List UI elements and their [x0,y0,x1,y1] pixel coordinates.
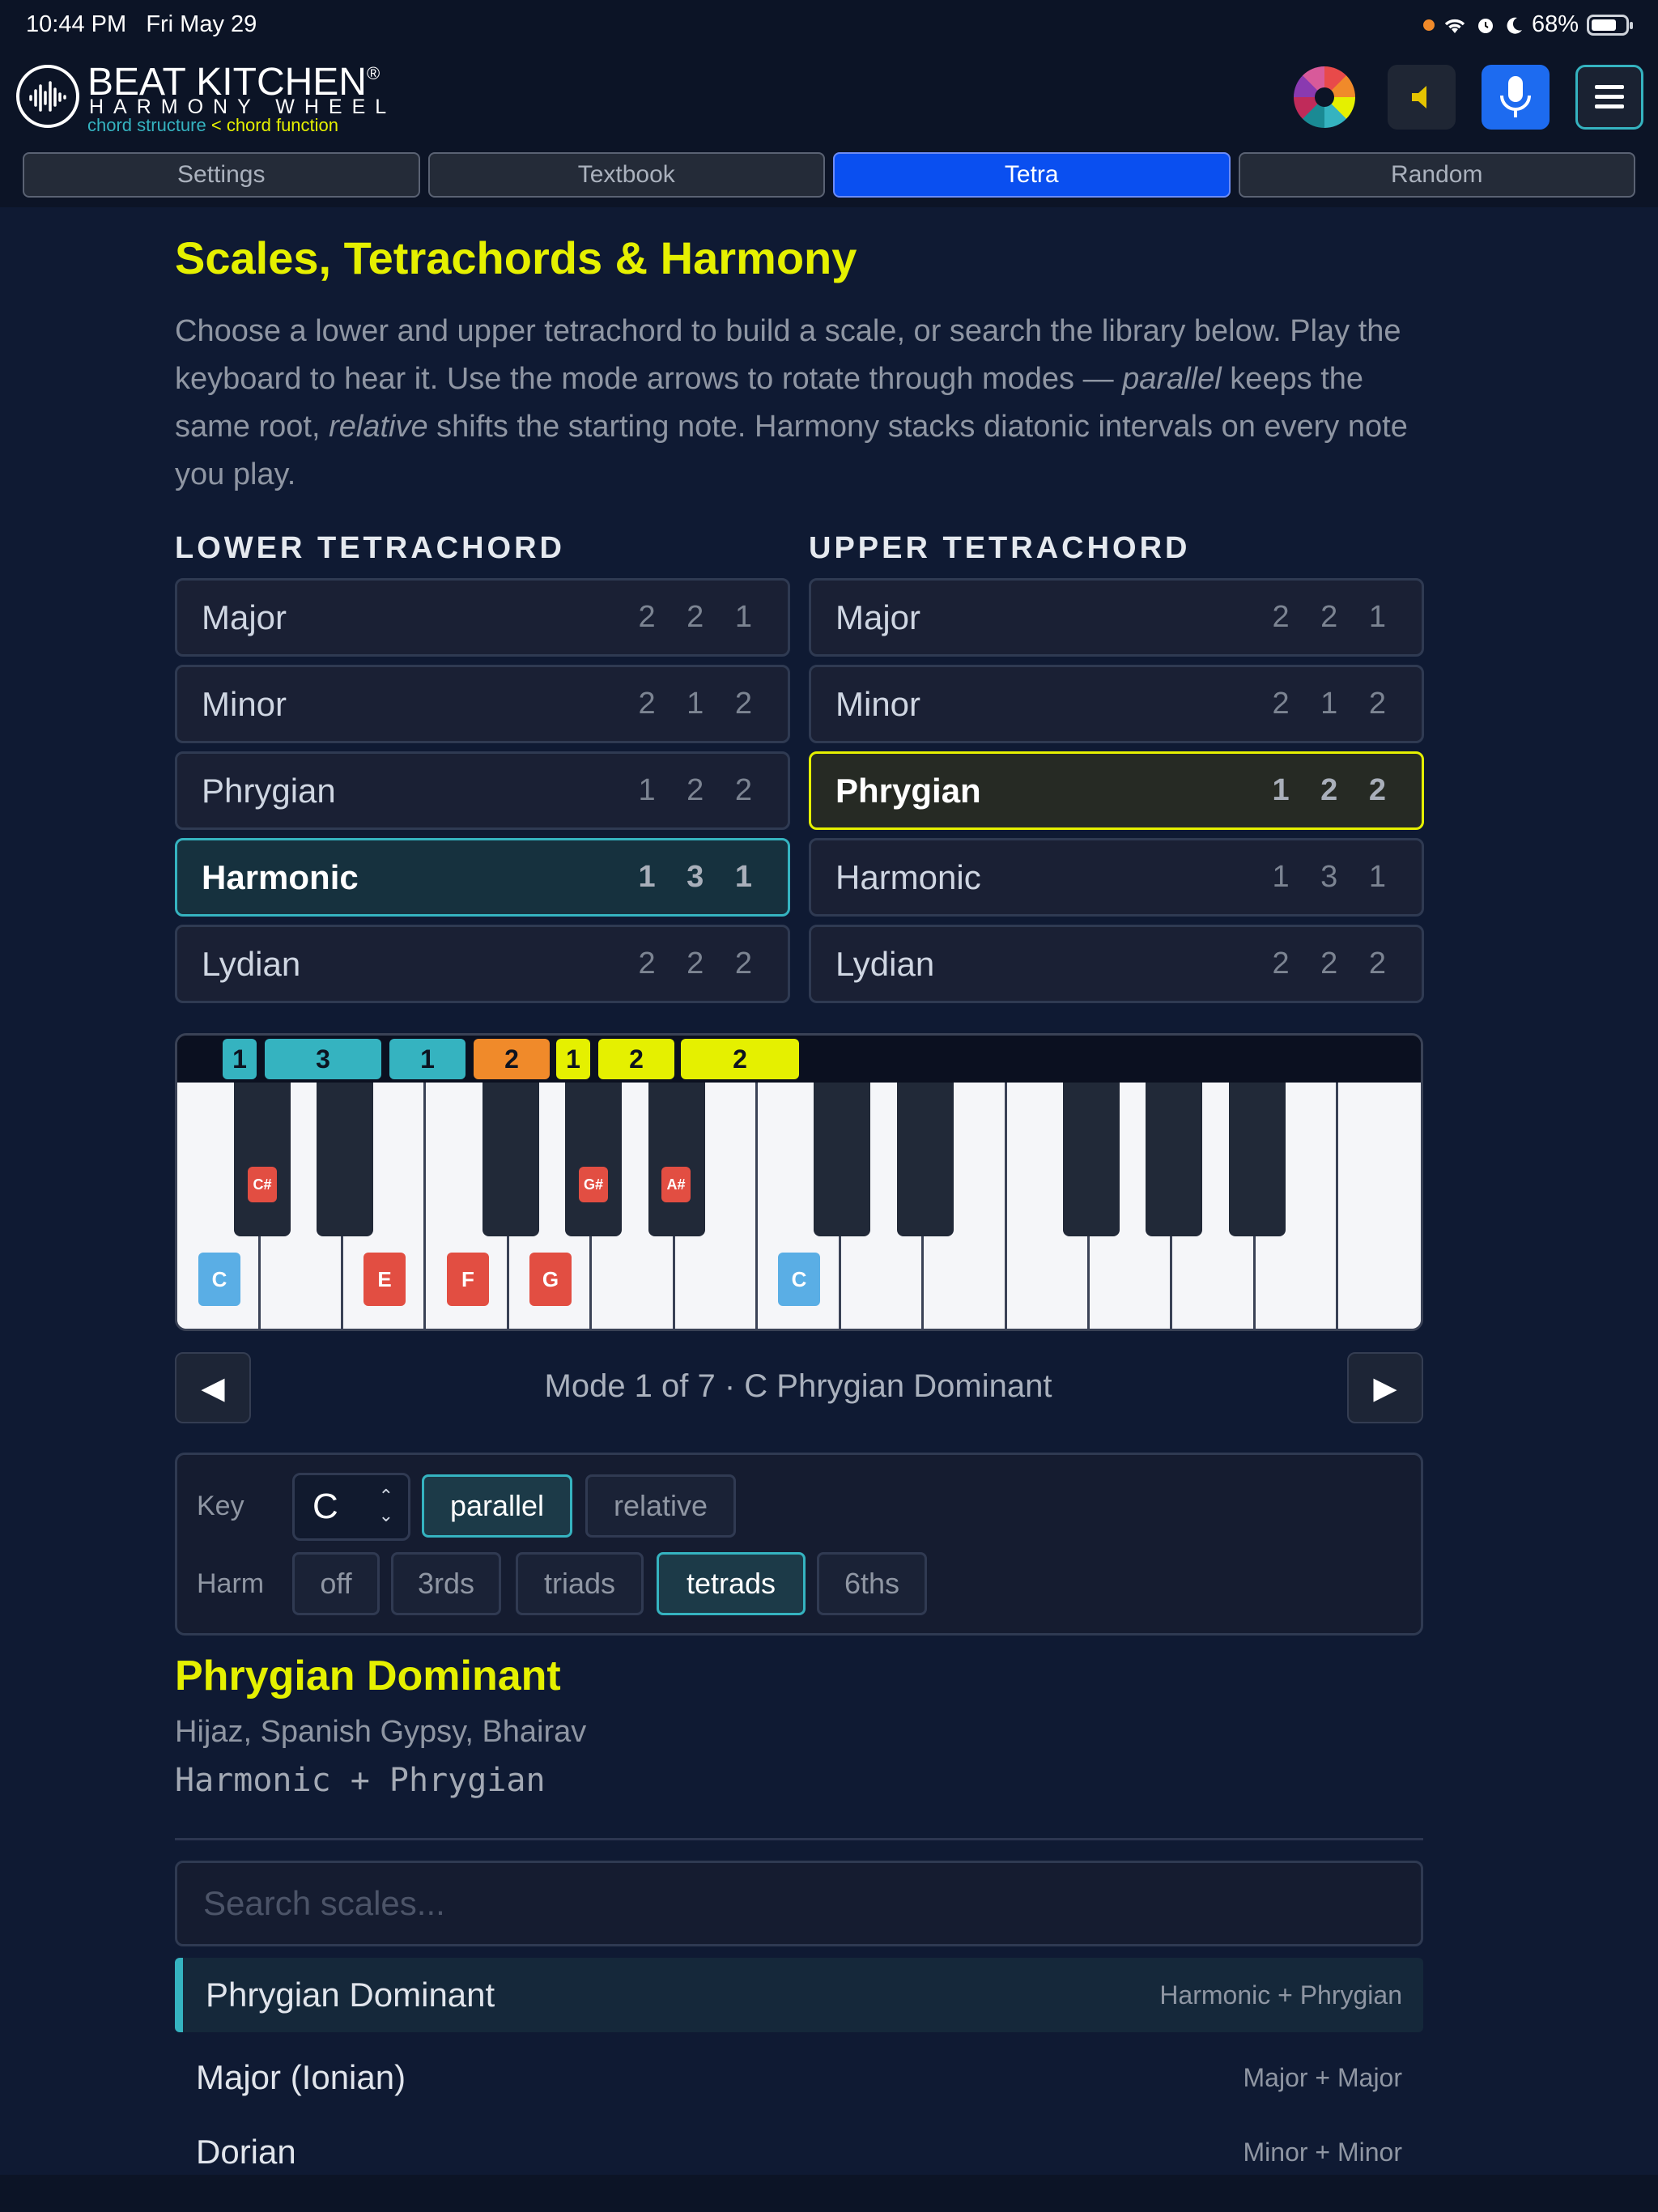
search-scales-input[interactable] [175,1861,1423,1946]
intro-text: Choose a lower and upper tetrachord to b… [175,314,1408,491]
tab-bar: Settings Textbook Tetra Random [23,152,1635,198]
piano-keyboard: 1 3 1 2 1 2 2 C C# E F G G# A# C [175,1033,1423,1331]
upper-item-minor[interactable]: Minor 2 1 2 [809,665,1424,743]
white-key[interactable] [1338,1083,1421,1329]
harm-off-button[interactable]: off [292,1552,380,1615]
interval-chip: 2 [474,1039,550,1079]
black-key[interactable] [1146,1083,1202,1236]
note-marker-g: G [529,1253,572,1306]
relative-toggle[interactable]: relative [585,1474,736,1538]
recording-dot-icon [1422,19,1435,31]
lower-tetrachord-heading: LOWER TETRACHORD [175,531,565,565]
note-marker-e: E [363,1253,406,1306]
status-time: 10:44 PM Fri May 29 [26,11,257,37]
interval-strip: 1 3 1 2 1 2 2 [177,1036,1421,1083]
black-key[interactable] [317,1083,373,1236]
harm-3rds-button[interactable]: 3rds [391,1552,501,1615]
interval-chip: 2 [681,1039,799,1079]
interval-chip: 1 [556,1039,590,1079]
black-key[interactable] [897,1083,954,1236]
library-item-phrygian-dominant[interactable]: Phrygian Dominant Harmonic + Phrygian [175,1958,1423,2032]
tab-tetra[interactable]: Tetra [833,152,1231,198]
library-item-dorian[interactable]: Dorian Minor + Minor [175,2115,1423,2189]
key-select[interactable]: C ⌃ ⌄ [292,1473,410,1541]
lower-item-lydian[interactable]: Lydian 2 2 2 [175,925,790,1003]
interval-chip: 1 [223,1039,257,1079]
parallel-toggle[interactable]: parallel [422,1474,572,1538]
menu-icon [1595,85,1624,108]
note-marker-c-sharp: C# [248,1167,277,1202]
arrow-right-icon: ▶ [1373,1371,1397,1406]
status-icons: 68% [1422,11,1633,38]
scale-aliases: Hijaz, Spanish Gypsy, Bhairav [175,1715,587,1749]
note-marker-g-sharp: G# [579,1167,608,1202]
black-key[interactable] [1229,1083,1286,1236]
upper-item-phrygian[interactable]: Phrygian 1 2 2 [809,751,1424,830]
battery-percent: 68% [1531,11,1579,37]
color-wheel-icon[interactable] [1294,66,1355,128]
black-key[interactable] [565,1083,622,1236]
upper-item-major[interactable]: Major 2 2 1 [809,578,1424,657]
microphone-button[interactable] [1482,65,1550,130]
upper-item-lydian[interactable]: Lydian 2 2 2 [809,925,1424,1003]
mode-next-button[interactable]: ▶ [1347,1352,1423,1423]
note-marker-c-octave: C [778,1253,820,1306]
tab-random[interactable]: Random [1238,152,1635,198]
moon-icon [1507,17,1522,34]
black-key[interactable] [483,1083,539,1236]
upper-tetrachord-heading: UPPER TETRACHORD [809,531,1191,565]
interval-chip: 1 [389,1039,466,1079]
key-label: Key [197,1491,244,1521]
controls-panel: Key C ⌃ ⌄ parallel relative Harm off 3rds… [175,1453,1423,1636]
harm-6ths-button[interactable]: 6ths [817,1552,927,1615]
lower-item-minor[interactable]: Minor 2 1 2 [175,665,790,743]
harm-tetrads-button[interactable]: tetrads [657,1552,806,1615]
lower-item-phrygian[interactable]: Phrygian 1 2 2 [175,751,790,830]
page-title: Scales, Tetrachords & Harmony [175,232,857,283]
black-key[interactable] [234,1083,291,1236]
lower-tetrachord-list: Major 2 2 1 Minor 2 1 2 Phrygian 1 2 2 Harm… [175,578,790,1003]
mode-label: Mode 1 of 7 · C Phrygian Dominant [544,1368,1052,1404]
menu-button[interactable] [1575,65,1643,130]
app-logo-icon [16,65,79,128]
black-key[interactable] [1063,1083,1120,1236]
library-item-major-ionian[interactable]: Major (Ionian) Major + Major [175,2040,1423,2115]
interval-chip: 3 [265,1039,381,1079]
wifi-icon [1444,19,1465,33]
battery-icon [1587,14,1633,36]
note-marker-a-sharp: A# [661,1167,691,1202]
status-bar: 10:44 PM Fri May 29 68% [0,0,1658,52]
lower-item-harmonic[interactable]: Harmonic 1 3 1 [175,838,790,917]
note-marker-f: F [447,1253,489,1306]
upper-item-harmonic[interactable]: Harmonic 1 3 1 [809,838,1424,917]
scale-formula: Harmonic + Phrygian [175,1762,546,1799]
note-marker-c: C [198,1253,240,1306]
harm-label: Harm [197,1568,265,1599]
app-tagline: chord structure < chord function [87,115,339,135]
chevron-updown-icon: ⌃ ⌄ [378,1486,393,1525]
arrow-left-icon: ◀ [201,1371,225,1406]
speaker-button[interactable] [1388,65,1456,130]
microphone-icon [1500,76,1531,117]
lower-item-major[interactable]: Major 2 2 1 [175,578,790,657]
interval-chip: 2 [598,1039,674,1079]
tab-settings[interactable]: Settings [23,152,420,198]
speaker-icon [1412,86,1426,108]
divider [175,1838,1423,1840]
alarm-icon [1477,18,1493,33]
black-key[interactable] [814,1083,870,1236]
upper-tetrachord-list: Major 2 2 1 Minor 2 1 2 Phrygian 1 2 2 Harm… [809,578,1424,1003]
tab-textbook[interactable]: Textbook [427,152,825,198]
harm-triads-button[interactable]: triads [516,1552,644,1615]
scale-name: Phrygian Dominant [175,1653,561,1699]
mode-prev-button[interactable]: ◀ [175,1352,251,1423]
black-key[interactable] [648,1083,705,1236]
